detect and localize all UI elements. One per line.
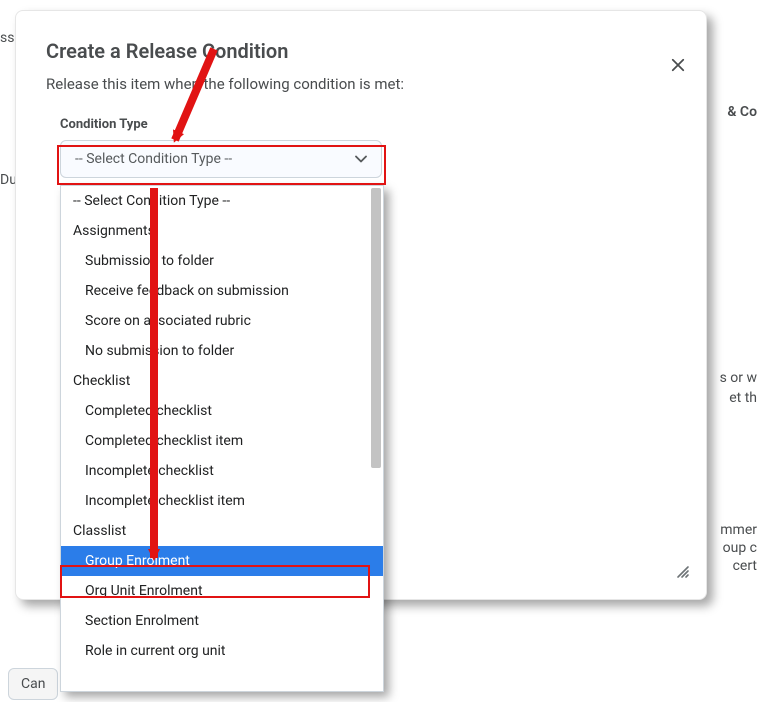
close-icon: [671, 58, 685, 72]
dropdown-item-group-enrolment[interactable]: Group Enrolment: [61, 546, 383, 576]
bg-cancel-button[interactable]: Can: [8, 668, 58, 700]
dropdown-scrollbar[interactable]: [371, 188, 381, 468]
bg-text-frag1: s or w: [720, 370, 757, 386]
chevron-down-icon: [355, 153, 367, 165]
dropdown-item-receive-feedback[interactable]: Receive feedback on submission: [61, 276, 383, 306]
dropdown-item-completed-checklist[interactable]: Completed checklist: [61, 396, 383, 426]
dropdown-item-section-enrolment[interactable]: Section Enrolment: [61, 606, 383, 636]
condition-type-select[interactable]: -- Select Condition Type --: [60, 140, 382, 178]
condition-type-dropdown: -- Select Condition Type -- Assignments …: [60, 185, 384, 692]
bg-text-frag5: cert: [733, 558, 757, 574]
dropdown-item-completed-checklist-item[interactable]: Completed checklist item: [61, 426, 383, 456]
bg-text-frag2: et th: [729, 390, 757, 406]
select-value: -- Select Condition Type --: [75, 151, 232, 167]
condition-type-label: Condition Type: [60, 117, 676, 132]
dropdown-item-org-unit-enrolment[interactable]: Org Unit Enrolment: [61, 576, 383, 606]
dropdown-item-score-rubric[interactable]: Score on associated rubric: [61, 306, 383, 336]
dropdown-item-role-in-org-unit[interactable]: Role in current org unit: [61, 636, 383, 666]
dropdown-group-checklist: Checklist: [61, 366, 383, 396]
dropdown-item-no-submission[interactable]: No submission to folder: [61, 336, 383, 366]
modal-subtitle: Release this item when the following con…: [46, 75, 676, 93]
resize-handle-icon[interactable]: [674, 563, 690, 583]
dropdown-placeholder[interactable]: -- Select Condition Type --: [61, 186, 383, 216]
close-button[interactable]: [664, 51, 692, 79]
bg-text-frag4: oup c: [723, 540, 757, 556]
dropdown-group-assignments: Assignments: [61, 216, 383, 246]
dropdown-group-classlist: Classlist: [61, 516, 383, 546]
bg-text-frag3: mmer: [720, 522, 757, 538]
bg-text-cond: & Co: [727, 104, 757, 120]
modal-title: Create a Release Condition: [46, 39, 676, 63]
dropdown-item-incomplete-checklist[interactable]: Incomplete checklist: [61, 456, 383, 486]
dropdown-item-incomplete-checklist-item[interactable]: Incomplete checklist item: [61, 486, 383, 516]
dropdown-item-submission-to-folder[interactable]: Submission to folder: [61, 246, 383, 276]
